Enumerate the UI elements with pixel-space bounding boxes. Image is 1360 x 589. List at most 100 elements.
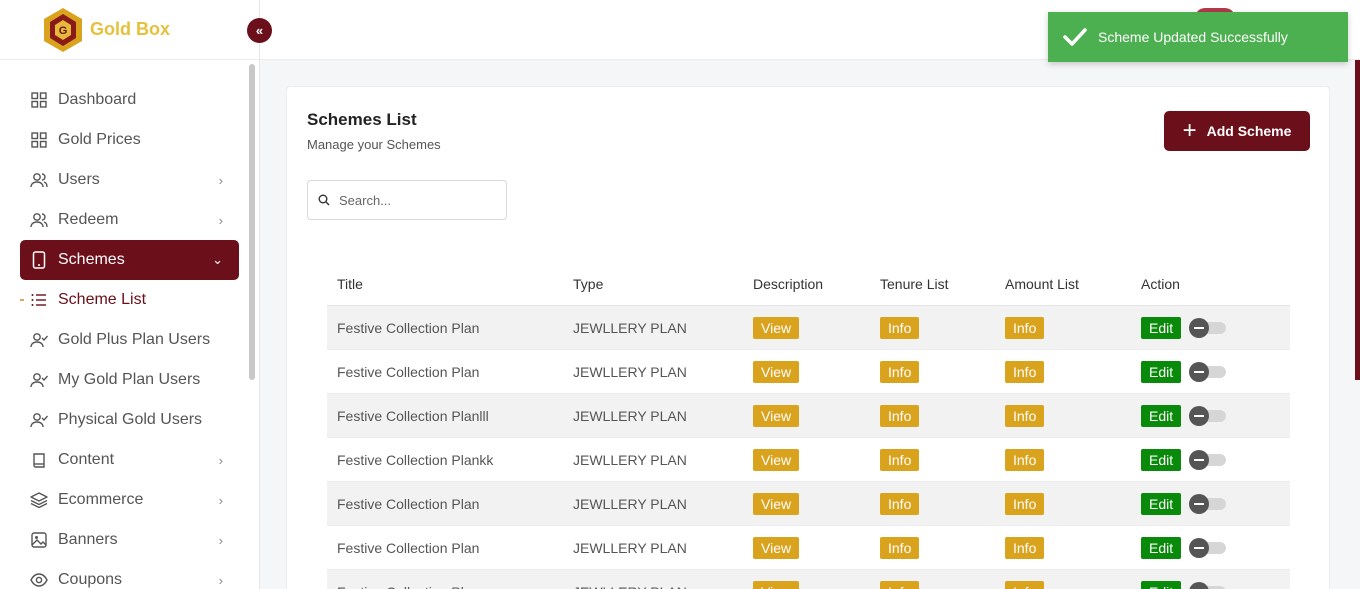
tenure-info-button[interactable]: Info <box>880 536 920 559</box>
users-icon <box>30 211 48 229</box>
sidebar-item-label: Scheme List <box>58 291 147 308</box>
add-scheme-button[interactable]: + Add Scheme <box>1164 111 1310 151</box>
status-toggle[interactable] <box>1189 581 1227 589</box>
table-row: Festive Collection Pl...JEWLLERY PLANVie… <box>327 570 1290 589</box>
col-type-header[interactable]: Type <box>573 276 753 292</box>
view-description-button[interactable]: View <box>753 536 800 559</box>
sidebar-item-scheme-list[interactable]: Scheme List <box>0 280 259 320</box>
edit-button[interactable]: Edit <box>1141 448 1182 471</box>
status-toggle[interactable] <box>1189 317 1227 338</box>
collapse-sidebar-button[interactable]: « <box>247 18 272 43</box>
table-row: Festive Collection Planlll JEWLLERY PLAN V… <box>327 394 1290 438</box>
sidebar-item-schemes[interactable]: Schemes ⌄ <box>20 240 239 280</box>
view-description-button[interactable]: View <box>753 360 800 383</box>
status-toggle[interactable] <box>1189 537 1227 558</box>
amount-info-button[interactable]: Info <box>1005 404 1045 427</box>
chevron-right-icon: › <box>218 172 223 188</box>
active-dot <box>20 299 24 301</box>
edit-button[interactable]: Edit <box>1141 404 1182 427</box>
amount-info-button[interactable]: Info <box>1005 492 1045 515</box>
sidebar-item-banners[interactable]: Banners › <box>0 520 259 560</box>
scheme-title: Festive Collection Plan <box>337 495 480 512</box>
scheme-type: JEWLLERY PLAN <box>573 451 687 468</box>
edit-button[interactable]: Edit <box>1141 360 1182 383</box>
sidebar-item-users[interactable]: Users › <box>0 160 259 200</box>
table-row: Festive Collection Plan JEWLLERY PLAN View… <box>327 526 1290 570</box>
scheme-type: JEWLLERY PLAN <box>573 319 687 336</box>
edit-button[interactable]: Edit <box>1141 536 1182 559</box>
table-row: Festive Collection Plankk JEWLLERY PLAN Vi… <box>327 438 1290 482</box>
table-row: Festive Collection Plan JEWLLERY PLAN View… <box>327 350 1290 394</box>
tablet-icon <box>30 251 48 269</box>
amount-info-button[interactable]: Info <box>1005 448 1045 471</box>
search-icon <box>318 194 330 206</box>
col-amount-header[interactable]: Amount List <box>1005 276 1141 292</box>
sidebar-item-gold-prices[interactable]: Gold Prices <box>0 120 259 160</box>
grid-icon <box>30 131 48 149</box>
toggle-knob <box>1189 493 1210 514</box>
user-check-icon <box>30 371 48 389</box>
book-icon <box>30 451 48 469</box>
sidebar-item-gold-plus-plan-users[interactable]: Gold Plus Plan Users <box>0 320 259 360</box>
sidebar-item-label: My Gold Plan Users <box>58 371 201 388</box>
sidebar-item-label: Content <box>58 451 115 468</box>
col-tenure-header[interactable]: Tenure List <box>880 276 1005 292</box>
scheme-type: JEWLLERY PLAN <box>573 539 687 556</box>
amount-info-button[interactable]: Info <box>1005 580 1045 589</box>
tenure-info-button[interactable]: Info <box>880 404 920 427</box>
scheme-title: Festive Collection Plan <box>337 363 480 380</box>
amount-info-button[interactable]: Info <box>1005 536 1045 559</box>
tenure-info-button[interactable]: Info <box>880 316 920 339</box>
toggle-knob <box>1189 581 1210 589</box>
sidebar-item-label: Gold Plus Plan Users <box>58 331 211 348</box>
view-description-button[interactable]: View <box>753 316 800 339</box>
col-description-header[interactable]: Description <box>753 276 880 292</box>
chevron-right-icon: › <box>218 572 223 588</box>
sidebar-item-redeem[interactable]: Redeem › <box>0 200 259 240</box>
status-toggle[interactable] <box>1189 361 1227 382</box>
edit-button[interactable]: Edit <box>1141 580 1182 589</box>
image-icon <box>30 531 48 549</box>
col-title-header[interactable]: Title <box>327 276 573 292</box>
sidebar-item-coupons[interactable]: Coupons › <box>0 560 259 589</box>
page-title: Schemes List <box>307 110 417 129</box>
sidebar-item-label: Coupons <box>58 571 123 588</box>
tenure-info-button[interactable]: Info <box>880 492 920 515</box>
brand-name: Gold Box <box>90 19 170 39</box>
view-description-button[interactable]: View <box>753 580 800 589</box>
sidebar-item-physical-gold-users[interactable]: Physical Gold Users <box>0 400 259 440</box>
scheme-title: Festive Collection Pl... <box>327 584 573 589</box>
grid-icon <box>30 91 48 109</box>
success-toast[interactable]: Scheme Updated Successfully <box>1048 12 1348 62</box>
view-description-button[interactable]: View <box>753 404 800 427</box>
status-toggle[interactable] <box>1189 493 1227 514</box>
gold-box-logo-icon: G <box>44 7 82 52</box>
brand[interactable]: G Gold Box <box>0 0 259 60</box>
status-toggle[interactable] <box>1189 405 1227 426</box>
view-description-button[interactable]: View <box>753 492 800 515</box>
sidebar-item-my-gold-plan-users[interactable]: My Gold Plan Users <box>0 360 259 400</box>
tenure-info-button[interactable]: Info <box>880 580 920 589</box>
edit-button[interactable]: Edit <box>1141 492 1182 515</box>
page-subtitle: Manage your Schemes <box>307 137 441 152</box>
search-input[interactable] <box>339 192 489 208</box>
list-icon <box>30 291 48 309</box>
tenure-info-button[interactable]: Info <box>880 360 920 383</box>
sidebar-item-content[interactable]: Content › <box>0 440 259 480</box>
scheme-title: Festive Collection Plankk <box>337 451 494 468</box>
tenure-info-button[interactable]: Info <box>880 448 920 471</box>
add-scheme-label: Add Scheme <box>1206 123 1292 139</box>
eye-icon <box>30 571 48 589</box>
sidebar-item-ecommerce[interactable]: Ecommerce › <box>0 480 259 520</box>
sidebar-item-label: Users <box>58 171 100 188</box>
sidebar-item-label: Schemes <box>58 251 125 268</box>
edit-button[interactable]: Edit <box>1141 316 1182 339</box>
page-scrollbar[interactable] <box>1355 60 1360 380</box>
sidebar-item-dashboard[interactable]: Dashboard <box>0 80 259 120</box>
amount-info-button[interactable]: Info <box>1005 360 1045 383</box>
view-description-button[interactable]: View <box>753 448 800 471</box>
scheme-title: Festive Collection Plan <box>337 539 480 556</box>
amount-info-button[interactable]: Info <box>1005 316 1045 339</box>
search-box[interactable] <box>307 180 507 220</box>
status-toggle[interactable] <box>1189 449 1227 470</box>
